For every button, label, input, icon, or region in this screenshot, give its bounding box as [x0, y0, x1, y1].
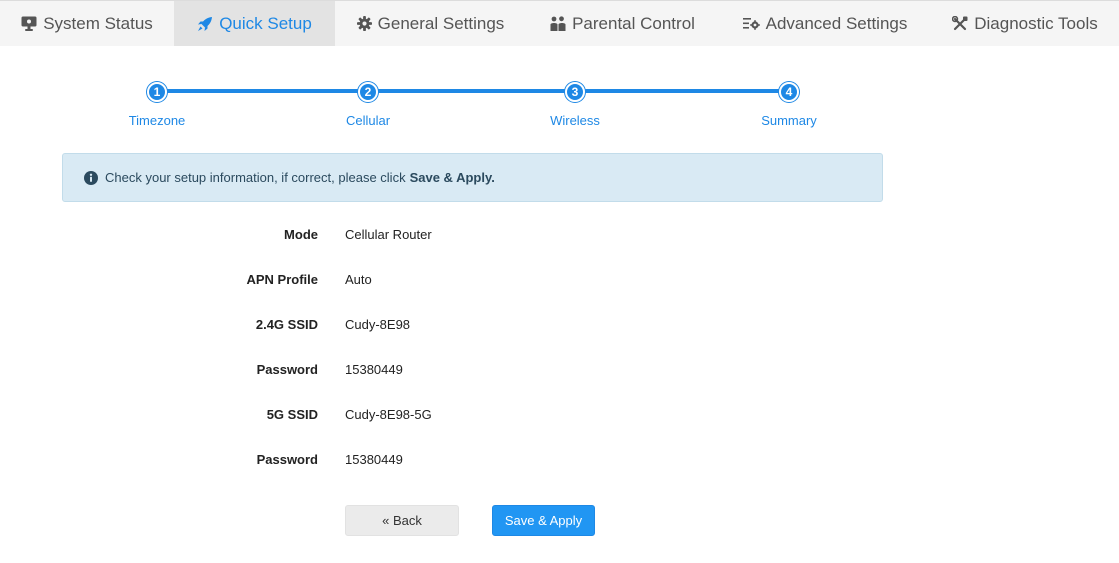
summary-label: Password — [256, 362, 318, 377]
summary-label: Password — [256, 452, 318, 467]
step-2-indicator[interactable]: 2 — [358, 82, 378, 102]
summary-row-24g-password: Password 15380449 — [0, 362, 1119, 382]
summary-label: 2.4G SSID — [255, 317, 318, 332]
step-3-indicator[interactable]: 3 — [565, 82, 585, 102]
summary-value: Cudy-8E98-5G — [345, 407, 432, 422]
alert-emphasis: Save & Apply. — [409, 170, 495, 185]
step-2-label: Cellular — [345, 113, 391, 128]
alert-text: Check your setup information, if correct… — [105, 170, 406, 185]
summary-value: Cudy-8E98 — [345, 317, 411, 332]
summary-row-5g-ssid: 5G SSID Cudy-8E98-5G — [0, 407, 1119, 427]
back-button[interactable]: « Back — [345, 505, 459, 536]
summary-row-mode: Mode Cellular Router — [0, 227, 1119, 247]
summary-label: APN Profile — [246, 272, 318, 287]
step-3-label: Wireless — [550, 113, 600, 128]
save-apply-button[interactable]: Save & Apply — [492, 505, 595, 536]
step-1-label: Timezone — [128, 113, 186, 128]
info-icon — [84, 170, 98, 185]
step-1-indicator[interactable]: 1 — [147, 82, 167, 102]
step-4-indicator[interactable]: 4 — [779, 82, 799, 102]
summary-value: 15380449 — [345, 362, 403, 377]
summary-row-apn-profile: APN Profile Auto — [0, 272, 1119, 292]
info-alert: Check your setup information, if correct… — [62, 153, 883, 202]
stepper-progress-line — [157, 89, 789, 93]
summary-value: Cellular Router — [345, 227, 432, 242]
setup-stepper: 1 2 3 4 Timezone Cellular Wireless Summa… — [0, 0, 1119, 140]
summary-row-24g-ssid: 2.4G SSID Cudy-8E98 — [0, 317, 1119, 337]
step-4-label: Summary — [761, 113, 817, 128]
summary-label: 5G SSID — [266, 407, 318, 422]
summary-value: Auto — [345, 272, 372, 287]
summary-label: Mode — [284, 227, 318, 242]
summary-row-5g-password: Password 15380449 — [0, 452, 1119, 472]
summary-value: 15380449 — [345, 452, 403, 467]
